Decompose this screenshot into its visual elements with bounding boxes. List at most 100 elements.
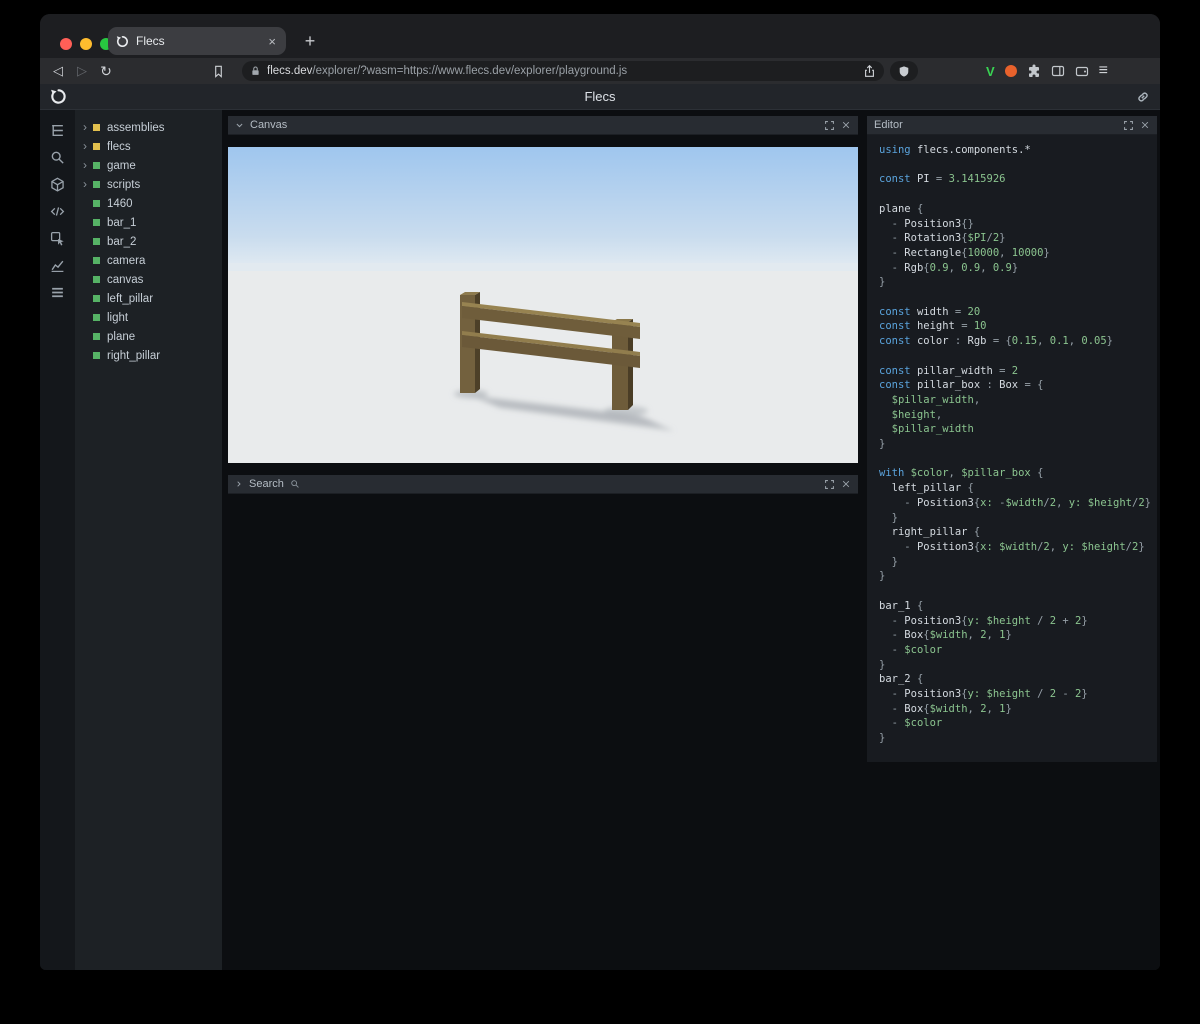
tree-item-assemblies[interactable]: › assemblies [75, 118, 222, 137]
code-line[interactable] [879, 584, 1151, 599]
code-line[interactable]: } [879, 658, 1151, 673]
back-button[interactable]: ◁ [46, 63, 70, 79]
extension-v-icon[interactable]: V [986, 64, 995, 79]
code-icon[interactable] [50, 203, 66, 219]
code-line[interactable]: const PI = 3.1415926 [879, 172, 1151, 187]
tree-item-canvas[interactable]: canvas [75, 270, 222, 289]
code-line[interactable] [879, 187, 1151, 202]
expander-icon[interactable]: › [83, 175, 93, 194]
code-line[interactable] [879, 158, 1151, 173]
code-line[interactable]: - Position3{} [879, 217, 1151, 232]
tree-item-bar_1[interactable]: bar_1 [75, 213, 222, 232]
chevron-down-icon[interactable] [235, 121, 244, 130]
address-bar[interactable]: flecs.dev /explorer/?wasm=https://www.fl… [242, 61, 884, 81]
code-line[interactable]: - Box{$width, 2, 1} [879, 702, 1151, 717]
code-line[interactable]: - Position3{x: -$width/2, y: $height/2} [879, 496, 1151, 511]
sidebar-toggle-icon[interactable] [1051, 64, 1065, 78]
expand-panel-icon[interactable] [824, 479, 835, 490]
code-line[interactable]: const width = 20 [879, 305, 1151, 320]
code-line[interactable]: - Rgb{0.9, 0.9, 0.9} [879, 261, 1151, 276]
tree-item-camera[interactable]: camera [75, 251, 222, 270]
close-panel-icon[interactable] [841, 479, 851, 489]
code-line[interactable]: const pillar_box : Box = { [879, 378, 1151, 393]
code-line[interactable]: } [879, 731, 1151, 746]
tree-item-plane[interactable]: plane [75, 327, 222, 346]
tree-item-right_pillar[interactable]: right_pillar [75, 346, 222, 365]
code-line[interactable]: - Rectangle{10000, 10000} [879, 246, 1151, 261]
browser-tab[interactable]: Flecs × [108, 27, 286, 55]
code-line[interactable]: - $color [879, 716, 1151, 731]
code-line[interactable]: - Position3{x: $width/2, y: $height/2} [879, 540, 1151, 555]
expander-icon[interactable]: › [83, 137, 93, 156]
code-line[interactable] [879, 452, 1151, 467]
tree-item-game[interactable]: › game [75, 156, 222, 175]
tree-item-scripts[interactable]: › scripts [75, 175, 222, 194]
code-line[interactable]: } [879, 555, 1151, 570]
stats-chart-icon[interactable] [50, 257, 66, 273]
inspector-icon[interactable] [50, 230, 66, 246]
expand-panel-icon[interactable] [1123, 120, 1134, 131]
tree-item-bar_2[interactable]: bar_2 [75, 232, 222, 251]
code-line[interactable]: const height = 10 [879, 319, 1151, 334]
code-line[interactable]: - Position3{y: $height / 2 - 2} [879, 687, 1151, 702]
extension-orange-icon[interactable] [1004, 65, 1017, 77]
code-line[interactable]: bar_2 { [879, 672, 1151, 687]
link-icon[interactable] [1136, 90, 1150, 104]
editor-panel-header[interactable]: Editor [867, 116, 1157, 135]
code-line[interactable]: $pillar_width, [879, 393, 1151, 408]
search-icon[interactable] [50, 149, 66, 165]
extensions-puzzle-icon[interactable] [1027, 64, 1041, 78]
tab-close-button[interactable]: × [266, 34, 278, 49]
code-line[interactable]: left_pillar { [879, 481, 1151, 496]
share-icon[interactable] [863, 64, 876, 78]
code-line[interactable]: const pillar_width = 2 [879, 364, 1151, 379]
code-line[interactable]: with $color, $pillar_box { [879, 466, 1151, 481]
code-line[interactable] [879, 290, 1151, 305]
queries-list-icon[interactable] [50, 284, 66, 300]
canvas-viewport-scene[interactable] [228, 147, 858, 463]
code-line[interactable]: } [879, 511, 1151, 526]
page-title: Flecs [584, 89, 616, 104]
code-line[interactable]: const color : Rgb = {0.15, 0.1, 0.05} [879, 334, 1151, 349]
code-line[interactable]: } [879, 569, 1151, 584]
close-panel-icon[interactable] [1140, 120, 1150, 130]
close-window-button[interactable] [60, 38, 72, 50]
code-editor-content[interactable]: using flecs.components.* const PI = 3.14… [867, 135, 1157, 762]
tree-item-flecs[interactable]: › flecs [75, 137, 222, 156]
tree-item-label: game [107, 159, 136, 172]
code-line[interactable]: plane { [879, 202, 1151, 217]
minimize-window-button[interactable] [80, 38, 92, 50]
code-line[interactable]: bar_1 { [879, 599, 1151, 614]
expander-icon[interactable]: › [83, 118, 93, 137]
tree-view-icon[interactable] [50, 122, 66, 138]
code-line[interactable]: - $color [879, 643, 1151, 658]
tree-item-left_pillar[interactable]: left_pillar [75, 289, 222, 308]
code-line[interactable] [879, 349, 1151, 364]
menu-icon[interactable]: ≡ [1099, 62, 1108, 80]
code-line[interactable]: - Box{$width, 2, 1} [879, 628, 1151, 643]
entities-cube-icon[interactable] [50, 176, 66, 192]
canvas-panel-header[interactable]: Canvas [228, 116, 858, 135]
code-line[interactable]: - Rotation3{$PI/2} [879, 231, 1151, 246]
code-line[interactable]: $height, [879, 408, 1151, 423]
bookmark-icon[interactable] [212, 64, 236, 78]
wallet-icon[interactable] [1075, 64, 1089, 78]
tree-item-light[interactable]: light [75, 308, 222, 327]
chevron-right-icon[interactable] [235, 480, 243, 488]
search-panel-header[interactable]: Search [228, 475, 858, 494]
reload-button[interactable]: ↻ [94, 63, 118, 80]
brave-shield-button[interactable] [890, 61, 918, 81]
code-line[interactable]: - Position3{y: $height / 2 + 2} [879, 614, 1151, 629]
code-line[interactable]: right_pillar { [879, 525, 1151, 540]
tree-item-label: assemblies [107, 121, 165, 134]
code-line[interactable]: } [879, 275, 1151, 290]
forward-button[interactable]: ▷ [70, 63, 94, 79]
tree-item-1460[interactable]: 1460 [75, 194, 222, 213]
close-panel-icon[interactable] [841, 120, 851, 130]
new-tab-button[interactable]: + [296, 27, 324, 55]
code-line[interactable]: $pillar_width [879, 422, 1151, 437]
code-line[interactable]: } [879, 437, 1151, 452]
expand-panel-icon[interactable] [824, 120, 835, 131]
expander-icon[interactable]: › [83, 156, 93, 175]
code-line[interactable]: using flecs.components.* [879, 143, 1151, 158]
